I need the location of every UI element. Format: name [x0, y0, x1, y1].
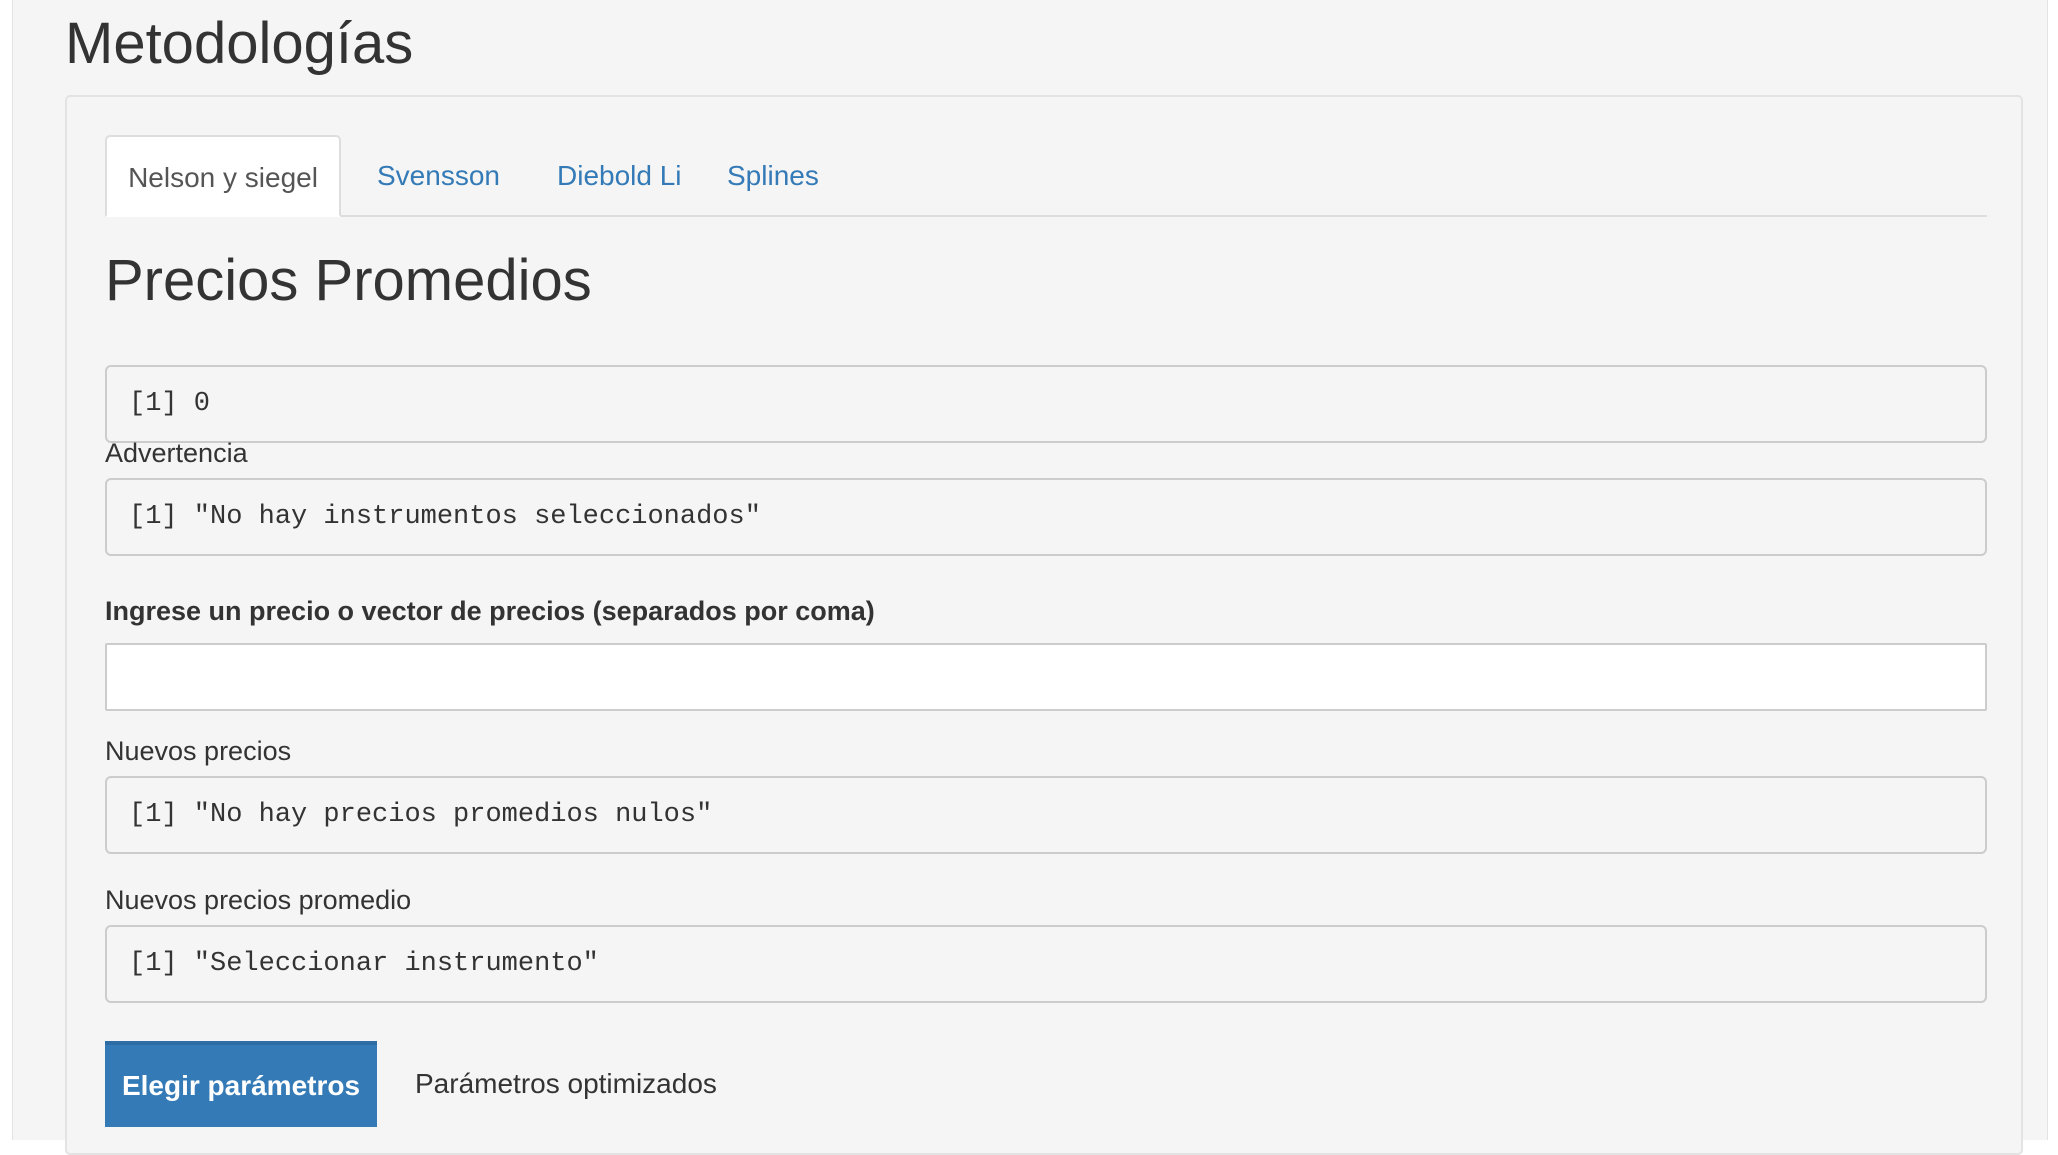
tab-nelson-y-siegel[interactable]: Nelson y siegel: [105, 135, 341, 217]
price-input[interactable]: [105, 643, 1987, 711]
section-title: Precios Promedios: [105, 248, 592, 313]
parametros-optimizados-button[interactable]: Parámetros optimizados: [415, 1041, 717, 1127]
page-title: Metodologías: [65, 11, 414, 76]
tab-diebold-li[interactable]: Diebold Li: [557, 135, 682, 217]
tab-splines[interactable]: Splines: [727, 135, 819, 217]
advertencia-label: Advertencia: [105, 438, 248, 468]
page-shell: Metodologías Nelson y siegel Svensson Di…: [12, 0, 2048, 1155]
advertencia-output: [1] "No hay instrumentos seleccionados": [105, 478, 1987, 556]
nuevos-precios-label: Nuevos precios: [105, 736, 292, 766]
methodology-tabs: Nelson y siegel Svensson Diebold Li Spli…: [105, 135, 1987, 217]
nuevos-precios-promedio-label: Nuevos precios promedio: [105, 885, 412, 915]
precios-promedios-output: [1] 0: [105, 365, 1987, 443]
nuevos-precios-promedio-output: [1] "Seleccionar instrumento": [105, 925, 1987, 1003]
tab-svensson[interactable]: Svensson: [377, 135, 500, 217]
methodology-panel: Nelson y siegel Svensson Diebold Li Spli…: [65, 95, 2023, 1155]
nuevos-precios-output: [1] "No hay precios promedios nulos": [105, 776, 1987, 854]
elegir-parametros-button[interactable]: Elegir parámetros: [105, 1041, 377, 1127]
price-input-label: Ingrese un precio o vector de precios (s…: [105, 596, 875, 626]
